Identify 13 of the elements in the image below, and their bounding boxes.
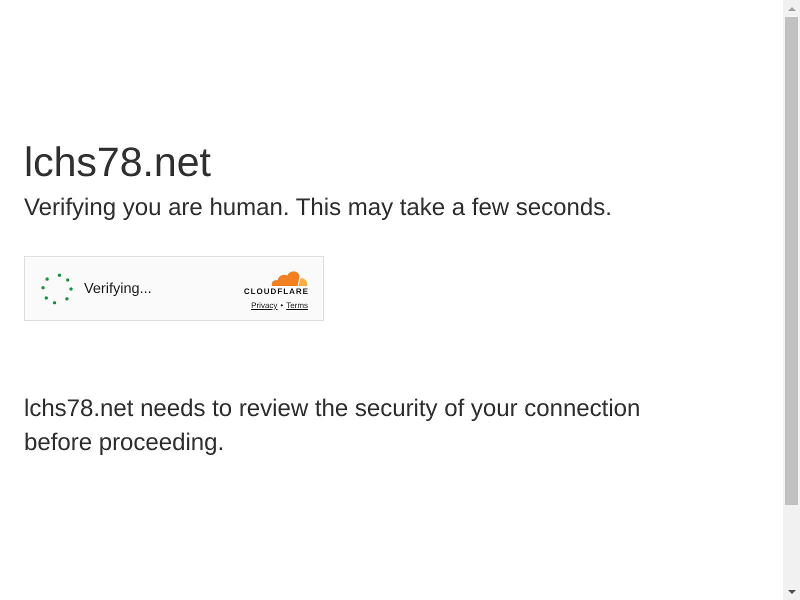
subtitle-text: Verifying you are human. This may take a few seconds. — [24, 193, 612, 223]
separator-text: • — [280, 301, 284, 311]
footer-link[interactable]: Terms — [286, 301, 308, 311]
caret-down-icon — [788, 590, 796, 594]
site-heading: lchs78.net — [24, 138, 211, 187]
status-text: Verifying... — [84, 280, 152, 296]
brand-wordmark: CLOUDFLARE — [244, 287, 309, 297]
message-text: lchs78.net needs to review the security of your connection before proceeding. — [24, 394, 642, 458]
spinner-icon — [41, 272, 73, 304]
scrollbar[interactable] — [783, 0, 800, 600]
scrollbar-thumb[interactable] — [785, 17, 798, 505]
caret-up-icon — [788, 6, 796, 10]
footer-link[interactable]: Privacy — [251, 301, 278, 311]
